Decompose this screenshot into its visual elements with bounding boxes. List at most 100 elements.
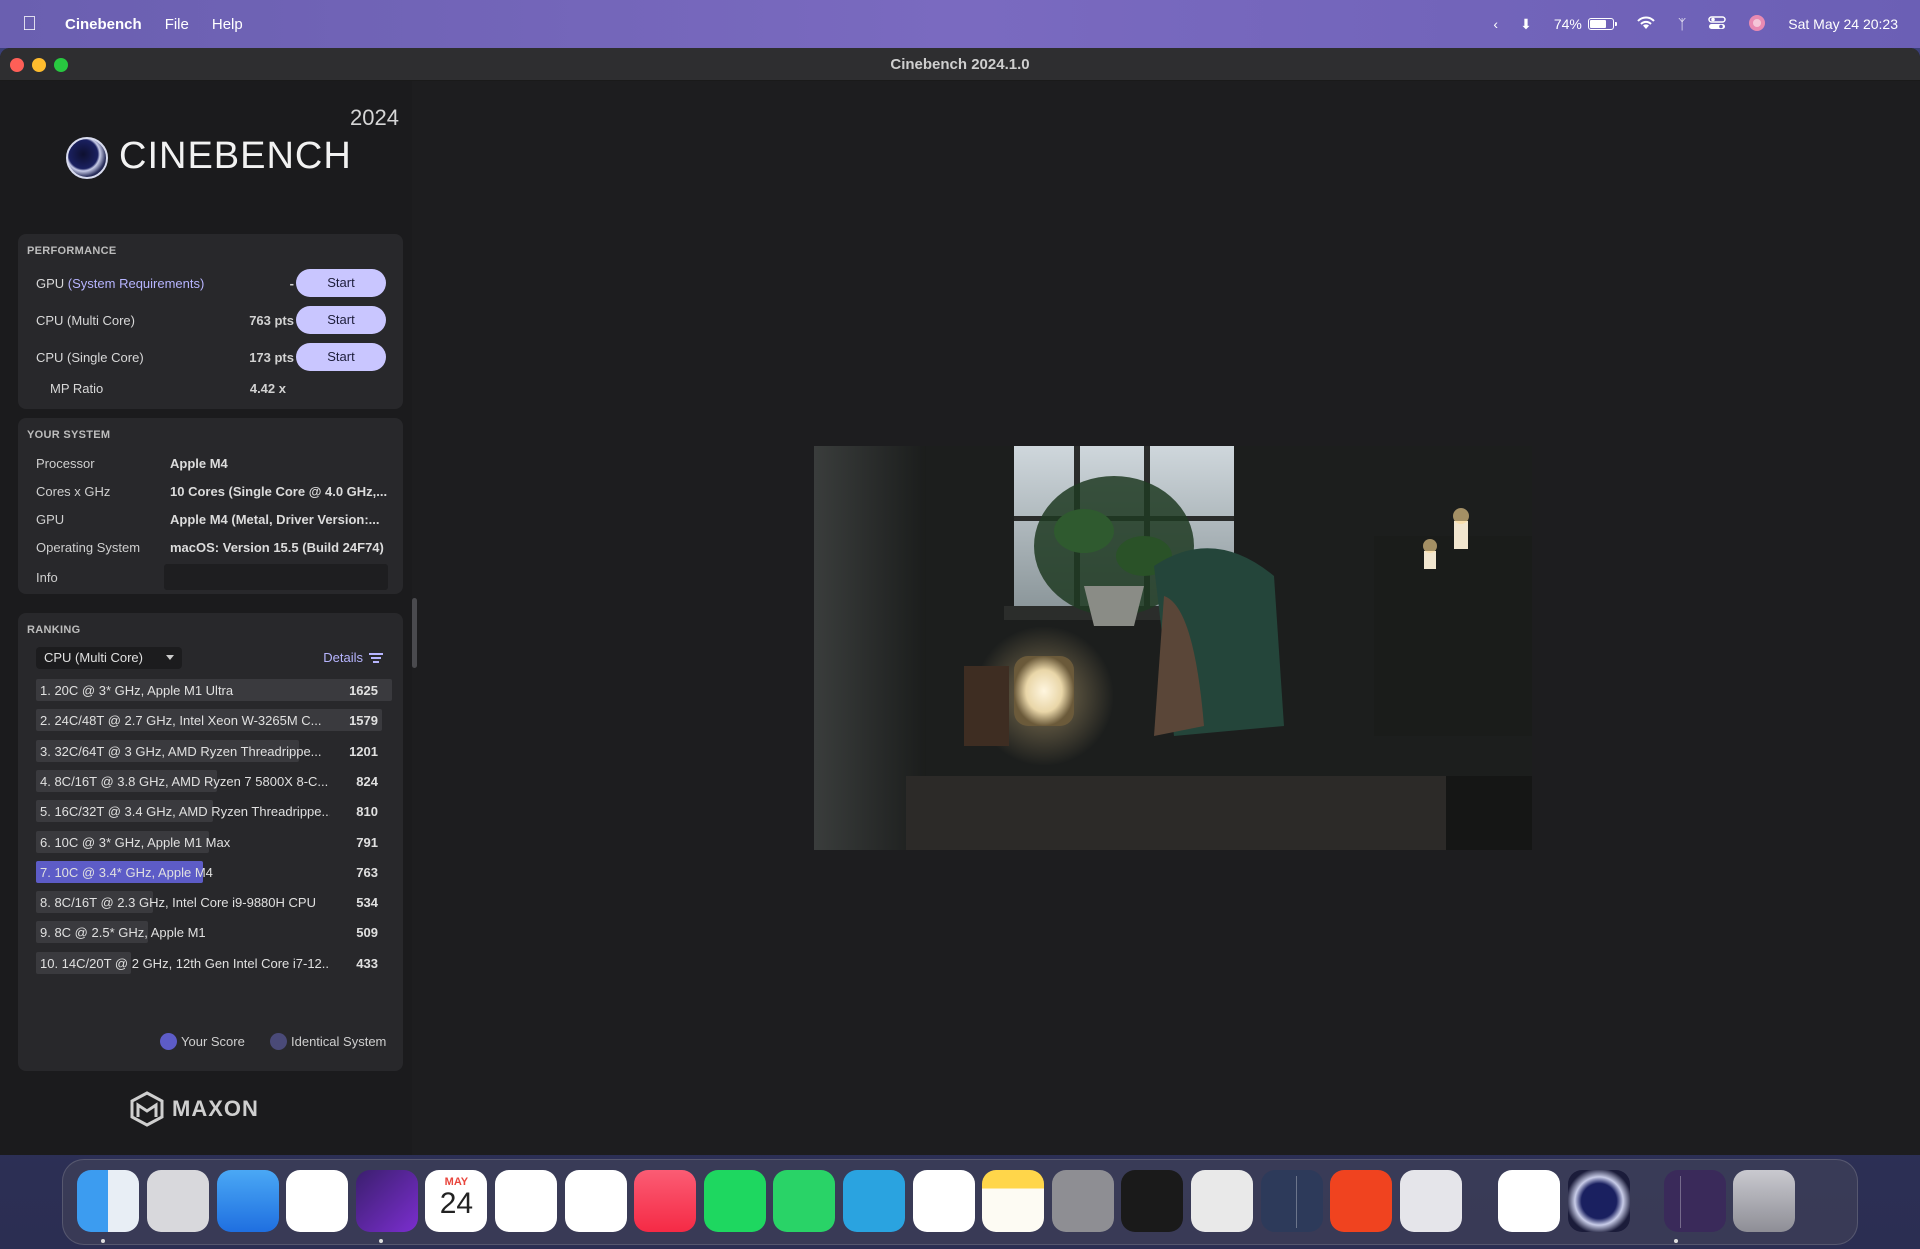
ranking-row[interactable]: 2. 24C/48T @ 2.7 GHz, Intel Xeon W-3265M… xyxy=(36,709,392,732)
render-preview-image xyxy=(814,446,1532,850)
python-icon[interactable] xyxy=(1191,1170,1253,1232)
cpu-multi-start-button[interactable]: Start xyxy=(296,306,386,334)
info-label: Info xyxy=(36,570,58,585)
control-center-icon[interactable] xyxy=(1708,15,1726,33)
performance-panel: PERFORMANCE GPU (System Requirements) - … xyxy=(18,234,403,409)
cores-value: 10 Cores (Single Core @ 4.0 GHz,... xyxy=(170,484,388,499)
battery-icon xyxy=(1587,18,1617,30)
launchpad-icon[interactable] xyxy=(147,1170,209,1232)
davinci-icon[interactable] xyxy=(1260,1170,1323,1232)
chevron-left-icon[interactable]: ‹ xyxy=(1493,16,1498,32)
siri-icon[interactable] xyxy=(1748,14,1766,35)
cpu-single-start-button[interactable]: Start xyxy=(296,343,386,371)
photos-icon[interactable] xyxy=(286,1170,349,1232)
your-score-swatch xyxy=(160,1033,177,1050)
music-icon[interactable] xyxy=(634,1170,697,1232)
cinema4d-sphere-icon xyxy=(66,137,108,179)
your-system-title: YOUR SYSTEM xyxy=(27,429,111,441)
cinebench-icon[interactable] xyxy=(1567,1170,1630,1232)
menu-file[interactable]: File xyxy=(165,16,189,33)
ranking-type-dropdown[interactable]: CPU (Multi Core) xyxy=(36,647,182,669)
legend-your-score: Your Score xyxy=(160,1033,245,1050)
screen-capture-icon[interactable] xyxy=(564,1170,627,1232)
clock-datetime[interactable]: Sat May 24 20:23 xyxy=(1788,16,1898,32)
folder-stack-icon[interactable] xyxy=(1663,1170,1726,1232)
ranking-row[interactable]: 7. 10C @ 3.4* GHz, Apple M4 763 xyxy=(36,860,392,883)
zoom-window-button[interactable] xyxy=(54,58,68,72)
maxon-m-icon xyxy=(130,1091,164,1127)
gpu-start-button[interactable]: Start xyxy=(296,269,386,297)
running-indicator xyxy=(1674,1239,1678,1243)
legend-identical-system: Identical System xyxy=(270,1033,386,1050)
ranking-row-score: 534 xyxy=(356,895,378,911)
mp-ratio-value: 4.42 x xyxy=(249,381,286,396)
system-requirements-link[interactable]: (System Requirements) xyxy=(68,276,205,291)
maxon-text: MAXON xyxy=(172,1096,259,1121)
word-icon[interactable] xyxy=(495,1170,557,1232)
details-button[interactable]: Details xyxy=(323,650,383,665)
whatsapp-icon[interactable] xyxy=(773,1170,836,1232)
os-value: macOS: Version 15.5 (Build 24F74) xyxy=(170,540,384,555)
ranking-row-name: 2. 24C/48T @ 2.7 GHz, Intel Xeon W-3265M… xyxy=(40,713,322,729)
ranking-row[interactable]: 10. 14C/20T @ 2 GHz, 12th Gen Intel Core… xyxy=(36,951,392,974)
affinity-icon[interactable] xyxy=(355,1170,418,1232)
identical-system-swatch xyxy=(270,1033,287,1050)
mail-icon[interactable] xyxy=(216,1170,279,1232)
ranking-row-score: 1625 xyxy=(349,683,378,698)
battery-status[interactable]: 74% xyxy=(1554,16,1617,32)
ranking-row-name: 7. 10C @ 3.4* GHz, Apple M4 xyxy=(40,864,213,880)
logo-year: 2024 xyxy=(350,105,399,130)
running-indicator xyxy=(379,1239,383,1243)
window-controls xyxy=(10,58,68,72)
ranking-row-name: 5. 16C/32T @ 3.4 GHz, AMD Ryzen Threadri… xyxy=(40,804,330,820)
ranking-row[interactable]: 5. 16C/32T @ 3.4 GHz, AMD Ryzen Threadri… xyxy=(36,800,392,823)
ranking-row-name: 10. 14C/20T @ 2 GHz, 12th Gen Intel Core… xyxy=(40,955,330,971)
infuse-icon[interactable] xyxy=(1399,1170,1462,1232)
dock: MAY 24 xyxy=(62,1159,1858,1245)
system-settings-icon[interactable] xyxy=(1051,1170,1114,1232)
ranking-row[interactable]: 9. 8C @ 2.5* GHz, Apple M1 509 xyxy=(36,921,392,944)
wifi-icon[interactable] xyxy=(1636,15,1656,33)
processor-label: Processor xyxy=(36,456,95,471)
gpu-label: GPU (System Requirements) xyxy=(36,276,204,291)
cpu-single-label: CPU (Single Core) xyxy=(36,350,144,365)
info-input[interactable] xyxy=(164,564,388,590)
ranking-row[interactable]: 6. 10C @ 3* GHz, Apple M1 Max 791 xyxy=(36,830,392,853)
telegram-icon[interactable] xyxy=(843,1170,905,1232)
ranking-title: RANKING xyxy=(27,624,81,636)
menu-bar:  Cinebench File Help ‹ ⬇ 74% ᛉ Sat May … xyxy=(0,0,1920,48)
calendar-icon[interactable]: MAY 24 xyxy=(425,1170,488,1232)
ranking-type-value: CPU (Multi Core) xyxy=(44,650,143,665)
ranking-row[interactable]: 1. 20C @ 3* GHz, Apple M1 Ultra 1625 xyxy=(36,679,392,701)
menu-help[interactable]: Help xyxy=(212,16,243,33)
ranking-row-score: 1579 xyxy=(349,713,378,729)
reminders-icon[interactable] xyxy=(912,1170,975,1232)
sidebar: CINEBENCH 2024 PERFORMANCE GPU (System R… xyxy=(0,81,412,1155)
ranking-row-score: 433 xyxy=(356,955,378,971)
bluetooth-icon[interactable]: ᛉ xyxy=(1678,16,1686,32)
ranking-row[interactable]: 8. 8C/16T @ 2.3 GHz, Intel Core i9-9880H… xyxy=(36,891,392,914)
terminal-icon[interactable] xyxy=(1121,1170,1184,1232)
ranking-row-name: 4. 8C/16T @ 3.8 GHz, AMD Ryzen 7 5800X 8… xyxy=(40,773,329,789)
cinebench-logo: CINEBENCH 2024 xyxy=(66,103,406,203)
trash-icon[interactable] xyxy=(1733,1170,1796,1232)
ranking-panel: RANKING CPU (Multi Core) Details 1. 20C … xyxy=(18,613,403,1071)
notes-icon[interactable] xyxy=(982,1170,1045,1232)
ranking-row-score: 1201 xyxy=(349,743,378,759)
usb-icon[interactable]: ⬇ xyxy=(1520,16,1532,33)
mp-ratio-row: MP Ratio 4.42 x xyxy=(36,374,396,402)
s-app-icon[interactable] xyxy=(1330,1170,1393,1232)
gpu-system-label: GPU xyxy=(36,512,65,527)
ranking-row[interactable]: 3. 32C/64T @ 3 GHz, AMD Ryzen Threadripp… xyxy=(36,739,392,762)
apple-menu-icon[interactable]:  xyxy=(22,13,37,36)
vscode-icon[interactable] xyxy=(1498,1170,1561,1232)
sidebar-scrollbar[interactable] xyxy=(412,598,417,668)
minimize-window-button[interactable] xyxy=(32,58,46,72)
gpu-system-value: Apple M4 (Metal, Driver Version:... xyxy=(170,512,380,527)
finder-icon[interactable] xyxy=(77,1170,140,1232)
menu-app-name[interactable]: Cinebench xyxy=(65,16,142,33)
ranking-row[interactable]: 4. 8C/16T @ 3.8 GHz, AMD Ryzen 7 5800X 8… xyxy=(36,769,392,792)
close-window-button[interactable] xyxy=(10,58,24,72)
ranking-row-name: 8. 8C/16T @ 2.3 GHz, Intel Core i9-9880H… xyxy=(40,895,316,911)
spotify-icon[interactable] xyxy=(703,1170,766,1232)
